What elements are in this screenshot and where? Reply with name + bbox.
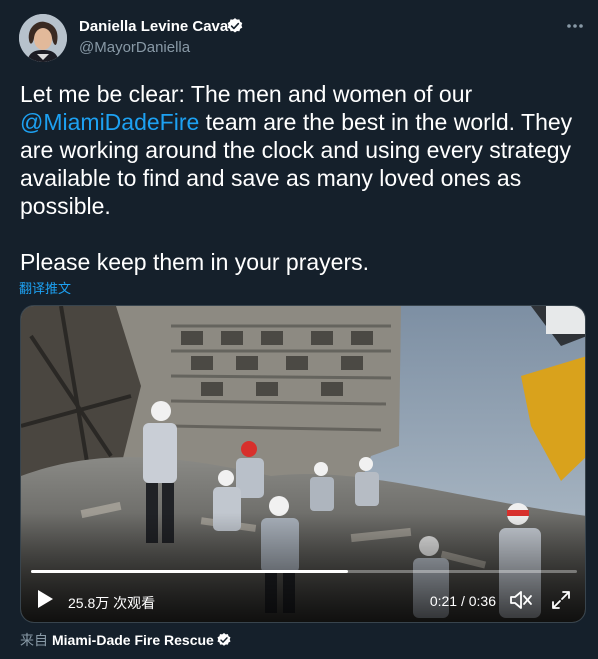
play-icon[interactable] <box>35 588 55 610</box>
tweet-card: Daniella Levine Cava @MayorDaniella Let … <box>0 0 598 659</box>
tweet-paragraph-1: Let me be clear: The men and women of ou… <box>20 80 585 220</box>
video-current-time: 0:21 <box>429 593 458 609</box>
video-player[interactable]: 25.8万 次观看 0:21 / 0:36 <box>20 305 586 623</box>
avatar[interactable] <box>19 14 67 62</box>
mention-link[interactable]: @MiamiDadeFire <box>20 109 199 135</box>
media-source-attribution: 来自 Miami-Dade Fire Rescue <box>20 630 232 648</box>
video-progress-bar[interactable] <box>31 570 577 573</box>
source-label: 来自 <box>20 632 48 648</box>
video-duration: 0:36 <box>468 593 496 609</box>
author-display-name[interactable]: Daniella Levine Cava <box>79 18 228 35</box>
video-view-count: 25.8万 次观看 <box>68 595 156 611</box>
more-options-icon[interactable] <box>565 20 585 32</box>
author-handle[interactable]: @MayorDaniella <box>79 39 190 56</box>
tweet-paragraph-2: Please keep them in your prayers. <box>20 249 370 275</box>
translate-tweet-link[interactable]: 翻译推文 <box>19 278 71 297</box>
source-account-link[interactable]: Miami-Dade Fire Rescue <box>52 632 214 648</box>
video-progress-fill <box>31 570 348 573</box>
verified-badge-icon <box>227 18 243 33</box>
volume-muted-icon[interactable] <box>509 589 533 611</box>
fullscreen-icon[interactable] <box>551 590 571 610</box>
verified-badge-icon <box>217 633 231 646</box>
video-time-separator: / <box>457 593 469 609</box>
tweet-text-lead: Let me be clear: The men and women of ou… <box>20 81 473 107</box>
video-timecode: 0:21 / 0:36 <box>430 593 496 609</box>
video-frame <box>21 306 585 622</box>
tweet-text: Let me be clear: The men and women of ou… <box>20 80 585 276</box>
avatar-image <box>19 14 67 62</box>
